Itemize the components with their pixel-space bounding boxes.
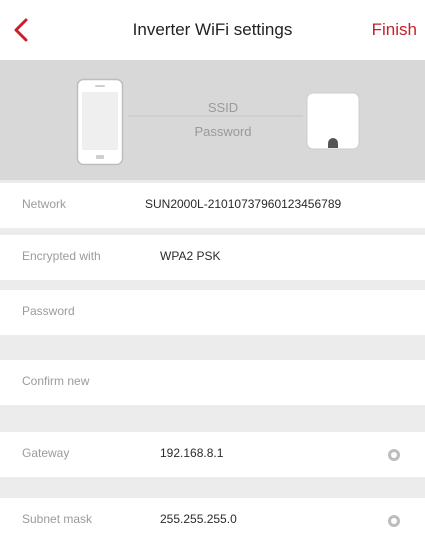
network-row: Network SUN2000L-21010737960123456789 (0, 183, 425, 228)
password-label: Password (22, 304, 75, 318)
gateway-value[interactable]: 192.168.8.1 (160, 446, 223, 460)
password-input[interactable] (150, 296, 394, 330)
network-value: SUN2000L-21010737960123456789 (145, 197, 342, 211)
confirm-password-input[interactable] (150, 366, 394, 400)
confirm-label: Confirm new (22, 374, 90, 388)
encryption-row: Encrypted with WPA2 PSK (0, 235, 425, 280)
page-title: Inverter WiFi settings (132, 20, 293, 39)
subnet-label: Subnet mask (22, 512, 93, 526)
encryption-label: Encrypted with (22, 249, 101, 263)
smartphone-icon (76, 78, 124, 166)
connection-line (128, 115, 303, 117)
gateway-row[interactable]: Gateway 192.168.8.1 (0, 432, 425, 477)
chevron-left-icon (14, 18, 28, 42)
gateway-label: Gateway (22, 446, 70, 460)
router-icon (306, 92, 360, 150)
confirm-password-row[interactable]: Confirm new (0, 360, 425, 405)
subnet-value[interactable]: 255.255.255.0 (160, 512, 237, 526)
wifi-settings-screen: Inverter WiFi settings Finish SSID Passw… (0, 0, 425, 543)
network-label: Network (22, 197, 67, 211)
clear-icon[interactable] (387, 448, 401, 462)
ssid-label: SSID (207, 100, 239, 115)
connection-banner: SSID Password (0, 60, 425, 180)
clear-icon[interactable] (387, 514, 401, 528)
encryption-value: WPA2 PSK (160, 249, 221, 263)
subnet-row[interactable]: Subnet mask 255.255.255.0 (0, 498, 425, 543)
finish-button[interactable]: Finish (372, 20, 417, 40)
password-caption: Password (194, 124, 252, 139)
app-header: Inverter WiFi settings Finish (0, 0, 425, 60)
password-row[interactable]: Password (0, 290, 425, 335)
back-button[interactable] (8, 14, 38, 46)
